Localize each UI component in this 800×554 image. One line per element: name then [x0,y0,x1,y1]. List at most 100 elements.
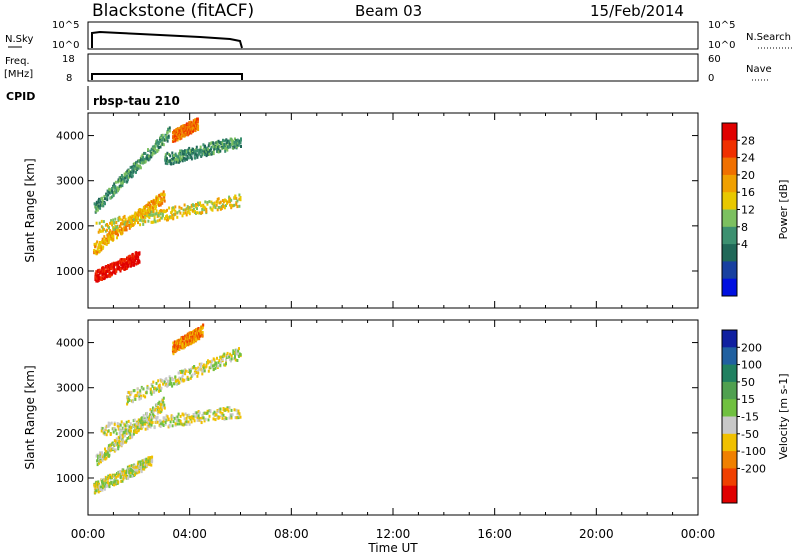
power-ytick-label: 3000 [56,175,84,188]
power-cell [96,240,99,244]
velocity-cell [197,371,200,375]
power-cell [113,221,116,225]
power-colorbar-tick-label: 28 [741,134,755,147]
power-cell [226,148,229,152]
power-cell [99,229,102,233]
power-cell [199,201,202,205]
power-cell [224,149,227,153]
velocity-ytick-label: 3000 [56,382,84,395]
velocity-cell [109,432,112,436]
power-cell [106,198,109,202]
power-cell [127,216,130,220]
velocity-cell [196,418,199,422]
power-cell [102,227,105,231]
cpid-value: rbsp-tau 210 [93,94,180,108]
power-cell [163,193,166,197]
velocity-cell [231,413,234,417]
power-ytick-label: 4000 [56,130,84,143]
velocity-cell [129,426,132,430]
power-cell [216,200,219,204]
velocity-cell [160,402,163,406]
power-cell [213,201,216,205]
power-ytick-label: 2000 [56,220,84,233]
velocity-cell [209,409,212,413]
power-cell [112,218,115,222]
power-cell [137,213,140,217]
power-cell [135,170,137,174]
power-cell [104,197,106,201]
velocity-cell [216,356,218,360]
velocity-cell [176,422,179,426]
velocity-colorbar-segment [722,364,737,383]
velocity-colorbar-segment [722,451,737,469]
power-cell [200,204,203,208]
velocity-cell [165,377,168,381]
power-cell [109,221,112,225]
power-cell [184,153,187,157]
velocity-cell [151,421,154,424]
freq-right-label: Nave [746,64,772,75]
power-cell [161,212,164,216]
power-cell [208,152,211,156]
velocity-cell [103,487,106,491]
power-cell [140,215,143,219]
velocity-cell [225,417,228,421]
velocity-cell [169,420,172,424]
power-colorbar-segment [722,140,737,159]
power-colorbar-tick-label: 24 [741,152,755,165]
velocity-cell [206,411,209,415]
velocity-cell [129,474,132,478]
velocity-cell [178,422,181,426]
velocity-cell [149,387,152,391]
time-tick-label: 08:00 [274,527,309,541]
velocity-cell [157,379,160,383]
power-cell [240,145,242,148]
velocity-ytick-label: 2000 [56,427,84,440]
power-cell [115,221,118,224]
power-cell [147,219,150,223]
power-cell [111,221,114,225]
power-cell [196,211,198,215]
velocity-cell [122,427,125,431]
velocity-cell [235,408,238,412]
velocity-cell [191,373,194,377]
power-cell [125,222,128,226]
velocity-cell [181,374,184,378]
velocity-cell [163,416,166,420]
power-cell [176,215,179,219]
velocity-cell [201,372,204,376]
power-cell [189,208,192,212]
velocity-colorbar-tick-label: 100 [741,359,762,372]
velocity-colorbar-tick-label: -100 [741,445,766,458]
power-cell [109,229,112,232]
velocity-cell [195,411,198,415]
power-cell [150,210,153,214]
power-cell [159,212,162,216]
power-cell [124,217,127,221]
power-colorbar-segment [722,123,737,141]
power-colorbar: 28 24 20 16 12 8 4 Power [dB] [721,122,790,297]
velocity-cell [222,413,225,417]
power-cell [160,209,163,213]
power-cell [197,128,200,131]
power-cell [166,208,168,212]
time-tick-label: 00:00 [681,527,716,541]
power-cell [174,209,177,213]
power-cell [201,211,204,214]
velocity-cell [139,389,142,393]
velocity-cell [238,347,240,351]
velocity-cell [214,418,217,422]
power-cell [190,157,193,161]
velocity-cell [171,378,174,382]
sky-right-tick-top: 10^5 [708,20,735,31]
velocity-cell [225,362,227,366]
velocity-cell [223,352,226,356]
velocity-cell [238,412,241,416]
velocity-cell [139,421,142,425]
velocity-cell [171,424,174,428]
power-colorbar-segment [722,261,737,280]
velocity-cell [155,381,158,385]
velocity-cell [151,455,154,459]
velocity-cell [114,428,117,432]
velocity-cell [112,430,115,434]
